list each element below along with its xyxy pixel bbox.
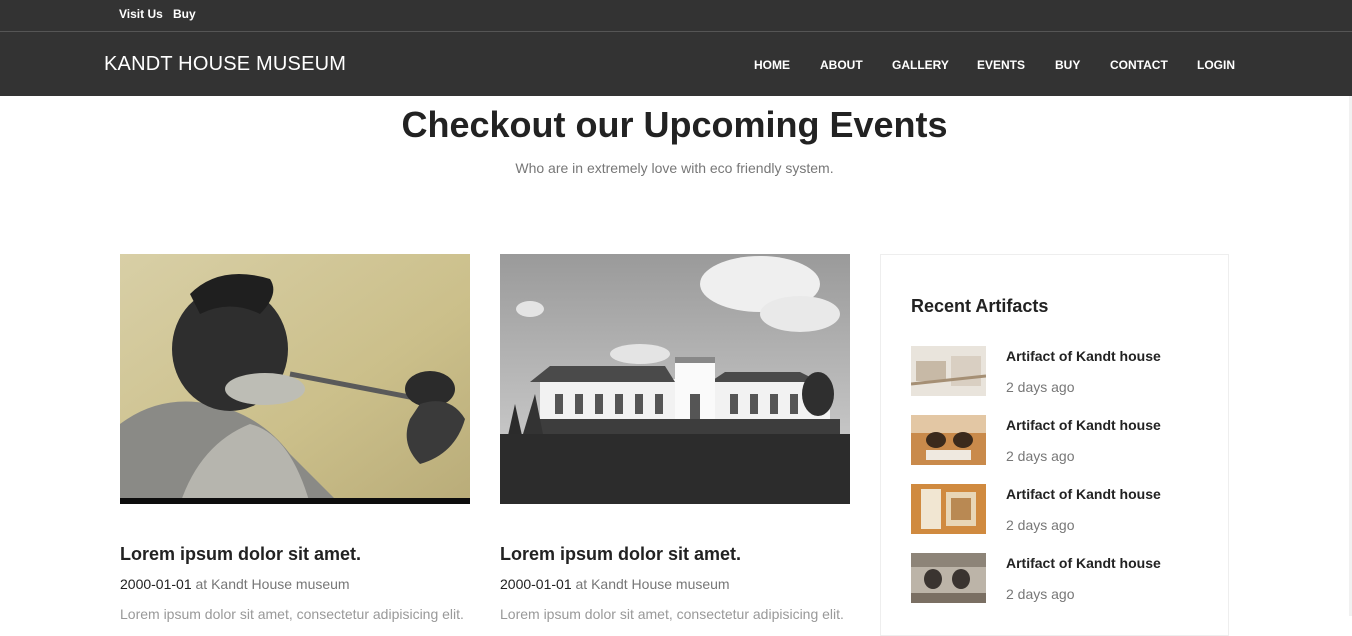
site-brand[interactable]: KANDT HOUSE MUSEUM: [104, 53, 346, 76]
main-navbar: KANDT HOUSE MUSEUM HOME ABOUT GALLERY EV…: [0, 32, 1352, 96]
nav-about[interactable]: ABOUT: [820, 58, 863, 72]
event-image-kandt-house[interactable]: [500, 254, 850, 504]
artifact-name[interactable]: Artifact of Kandt house: [1006, 348, 1161, 364]
event-meta: 2000-01-01 at Kandt House museum: [120, 576, 350, 592]
artifact-time: 2 days ago: [1006, 517, 1075, 533]
artifact-thumbnail[interactable]: [911, 484, 986, 534]
event-meta: 2000-01-01 at Kandt House museum: [500, 576, 730, 592]
buy-link-top[interactable]: Buy: [173, 7, 196, 21]
artifact-thumbnail[interactable]: [911, 415, 986, 465]
nav-home[interactable]: HOME: [754, 58, 790, 72]
event-location: at Kandt House museum: [571, 576, 730, 592]
event-card: Lorem ipsum dolor sit amet. 2000-01-01 a…: [120, 254, 470, 622]
artifact-name[interactable]: Artifact of Kandt house: [1006, 417, 1161, 433]
event-location: at Kandt House museum: [191, 576, 350, 592]
event-excerpt: Lorem ipsum dolor sit amet, consectetur …: [120, 606, 464, 622]
nav-buy[interactable]: BUY: [1055, 58, 1080, 72]
artifact-name[interactable]: Artifact of Kandt house: [1006, 555, 1161, 571]
nav-contact[interactable]: CONTACT: [1110, 58, 1168, 72]
artifact-time: 2 days ago: [1006, 448, 1075, 464]
visit-us-link[interactable]: Visit Us: [119, 7, 163, 21]
artifact-thumbnail[interactable]: [911, 553, 986, 603]
artifact-item[interactable]: Artifact of Kandt house 2 days ago: [911, 484, 1211, 536]
event-excerpt: Lorem ipsum dolor sit amet, consectetur …: [500, 606, 844, 622]
nav-events[interactable]: EVENTS: [977, 58, 1025, 72]
widget-title: Recent Artifacts: [911, 296, 1049, 316]
nav-login[interactable]: LOGIN: [1197, 58, 1235, 72]
nav-gallery[interactable]: GALLERY: [892, 58, 949, 72]
artifact-time: 2 days ago: [1006, 379, 1075, 395]
artifact-item[interactable]: Artifact of Kandt house 2 days ago: [911, 553, 1211, 605]
artifact-item[interactable]: Artifact of Kandt house 2 days ago: [911, 346, 1211, 398]
event-card: Lorem ipsum dolor sit amet. 2000-01-01 a…: [500, 254, 850, 622]
event-date: 2000-01-01: [500, 576, 572, 592]
section-title: Checkout our Upcoming Events: [401, 104, 948, 145]
event-image-elder-with-pipe[interactable]: [120, 254, 470, 504]
event-date: 2000-01-01: [120, 576, 192, 592]
artifact-thumbnail[interactable]: [911, 346, 986, 396]
recent-artifacts-widget: Recent Artifacts Artifact of Kandt house…: [880, 254, 1229, 636]
event-title[interactable]: Lorem ipsum dolor sit amet.: [500, 544, 741, 565]
top-utility-bar: Visit Us Buy: [0, 0, 1352, 32]
artifact-item[interactable]: Artifact of Kandt house 2 days ago: [911, 415, 1211, 467]
artifact-name[interactable]: Artifact of Kandt house: [1006, 486, 1161, 502]
artifact-time: 2 days ago: [1006, 586, 1075, 602]
section-subtitle: Who are in extremely love with eco frien…: [515, 160, 834, 176]
event-title[interactable]: Lorem ipsum dolor sit amet.: [120, 544, 361, 565]
